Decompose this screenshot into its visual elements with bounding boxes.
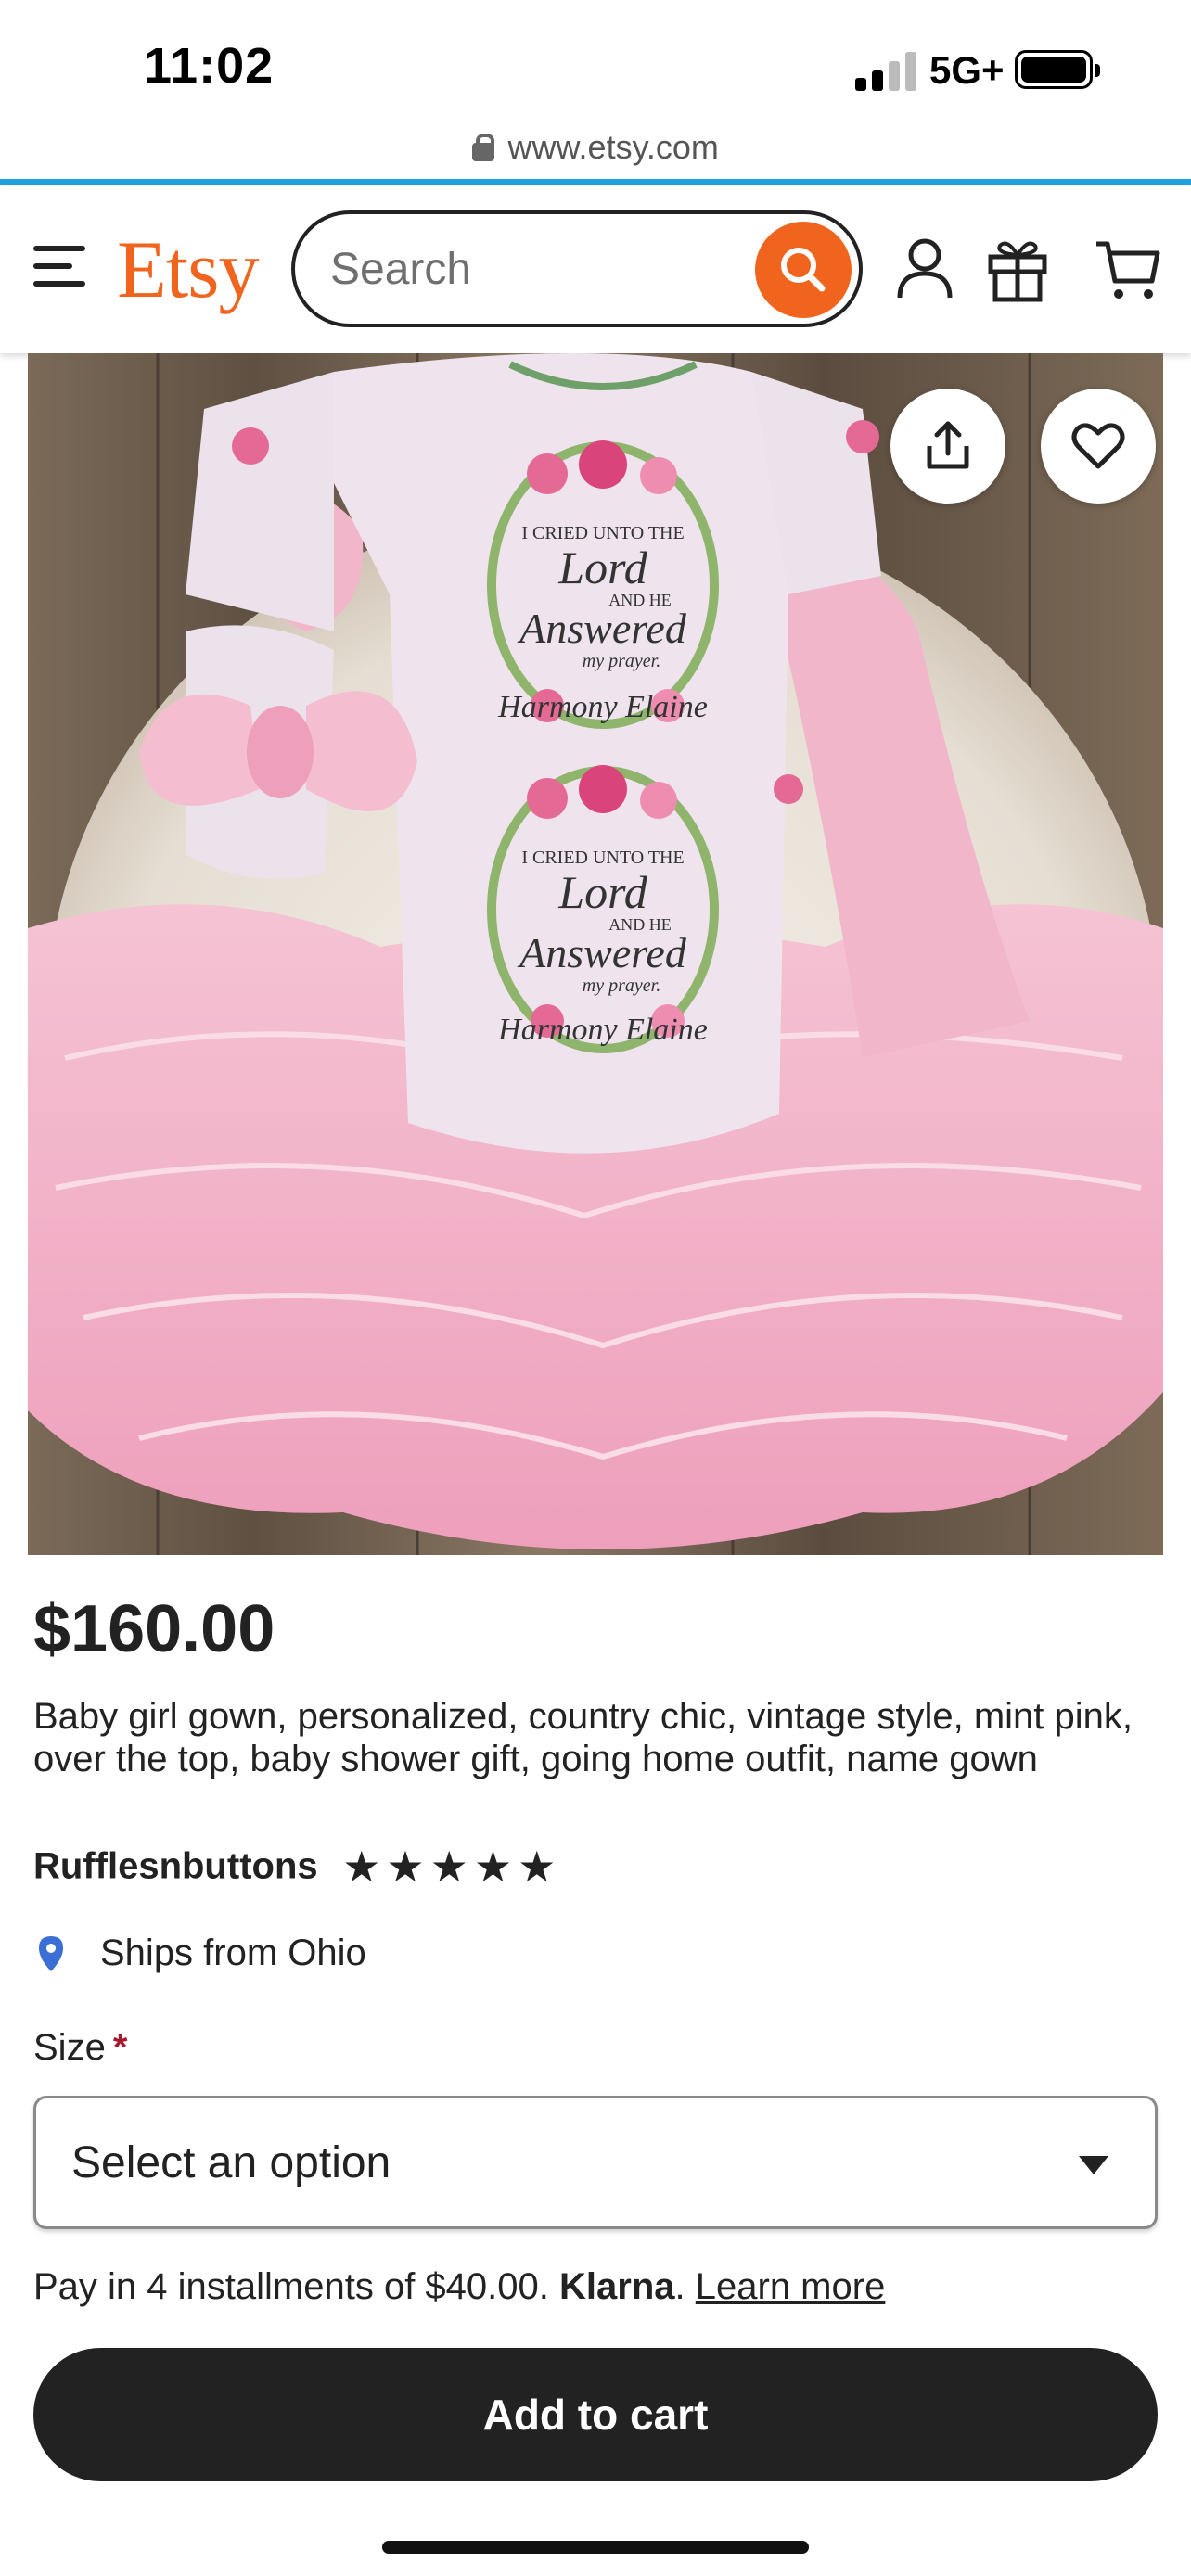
gown-print-line2b: Lord	[557, 866, 647, 918]
hamburger-menu-icon[interactable]	[33, 246, 85, 287]
klarna-installments: Pay in 4 installments of $40.00. Klarna.…	[33, 2266, 885, 2308]
klarna-period: .	[674, 2266, 685, 2307]
status-bar: 11:02 5G+	[0, 0, 1191, 130]
cart-icon[interactable]	[1095, 235, 1163, 303]
installment-text: Pay in 4 installments of $40.00.	[33, 2266, 549, 2307]
add-to-cart-button[interactable]: Add to cart	[33, 2348, 1158, 2481]
battery-icon	[1015, 50, 1100, 89]
heart-icon	[1071, 423, 1125, 469]
star-icon: ★	[473, 1843, 513, 1891]
gown-print-line1: I CRIED UNTO THE	[521, 523, 684, 543]
product-price: $160.00	[33, 1592, 275, 1666]
search-bar[interactable]	[291, 210, 863, 327]
favorite-button[interactable]	[1041, 389, 1156, 504]
gown-print-line5b: my prayer.	[583, 976, 660, 996]
product-image[interactable]: I CRIED UNTO THE Lord AND HE Answered my…	[28, 353, 1163, 1555]
size-select-value: Select an option	[71, 2138, 391, 2187]
location-pin-icon	[39, 1936, 63, 1971]
learn-more-link[interactable]: Learn more	[696, 2266, 886, 2307]
signal-strength-icon	[855, 48, 920, 91]
gown-print-name-b: Harmony Elaine	[497, 1013, 708, 1047]
status-time: 11:02	[144, 38, 275, 94]
star-icon: ★	[342, 1843, 381, 1891]
search-input[interactable]	[330, 240, 720, 298]
magnifier-icon	[781, 248, 826, 292]
gift-icon[interactable]	[985, 235, 1050, 303]
network-type: 5G+	[929, 48, 1005, 92]
star-icon: ★	[518, 1843, 557, 1891]
product-photo: I CRIED UNTO THE Lord AND HE Answered my…	[28, 353, 1163, 1555]
shop-row: Rufflesnbuttons ★ ★ ★ ★ ★	[33, 1842, 561, 1894]
share-icon	[927, 421, 969, 469]
search-button[interactable]	[755, 222, 852, 318]
size-label: Size *	[33, 2027, 127, 2069]
gown-print-line5: my prayer.	[583, 651, 660, 671]
shop-name-link[interactable]: Rufflesnbuttons	[33, 1846, 318, 1887]
klarna-brand: Klarna	[559, 2266, 675, 2307]
rating-stars[interactable]: ★ ★ ★ ★ ★	[342, 1842, 561, 1892]
size-select[interactable]: Select an option	[33, 2096, 1158, 2229]
gown-print-line2: Lord	[557, 542, 647, 593]
gown-print-line1b: I CRIED UNTO THE	[521, 848, 684, 868]
star-icon: ★	[429, 1843, 468, 1891]
product-title: Baby girl gown, personalized, country ch…	[33, 1696, 1133, 1779]
gown-print-name: Harmony Elaine	[497, 690, 708, 724]
caret-down-icon	[1079, 2156, 1108, 2174]
user-icon[interactable]	[892, 235, 957, 303]
share-button[interactable]	[890, 389, 1005, 504]
gown-print-line4: Answered	[517, 605, 687, 652]
star-icon: ★	[386, 1843, 425, 1891]
lock-icon	[472, 134, 495, 161]
size-label-text: Size	[33, 2027, 106, 2068]
site-header: Etsy	[0, 185, 1191, 353]
home-indicator[interactable]	[382, 2541, 809, 2554]
required-marker: *	[112, 2027, 128, 2068]
url-text: www.etsy.com	[507, 128, 719, 166]
address-bar[interactable]: www.etsy.com	[0, 128, 1191, 176]
ships-from-text: Ships from Ohio	[100, 1932, 366, 1973]
etsy-logo[interactable]: Etsy	[117, 223, 259, 317]
gown-print-line4b: Answered	[517, 929, 687, 976]
